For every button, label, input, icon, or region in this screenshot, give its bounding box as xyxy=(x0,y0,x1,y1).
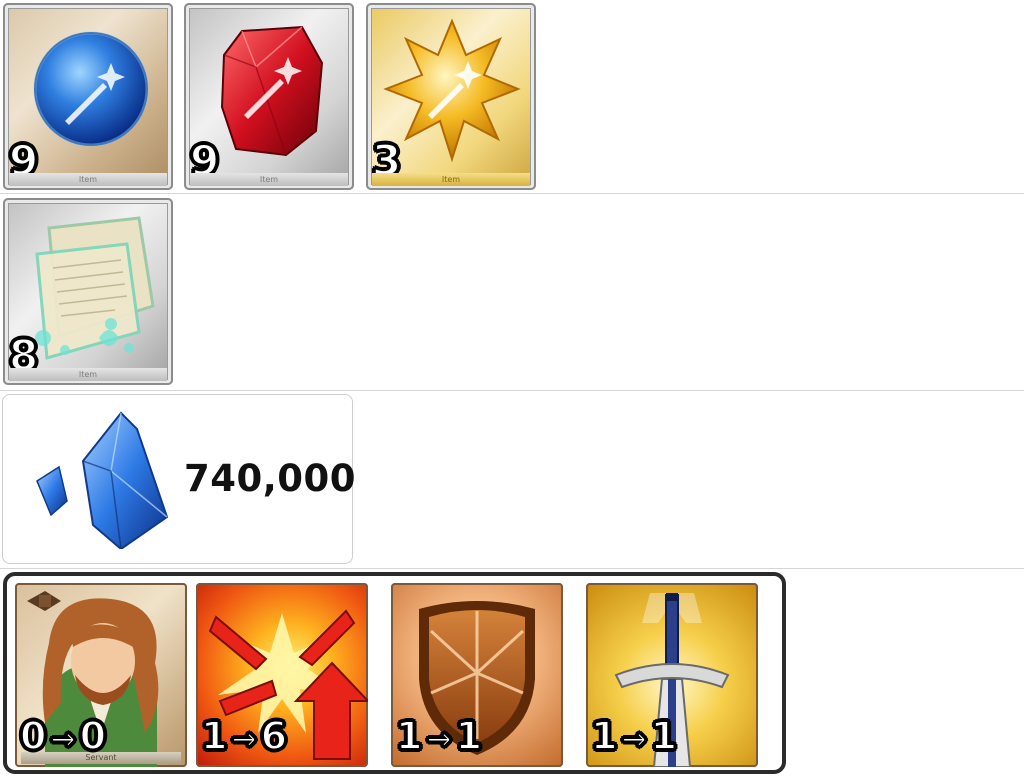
qp-box: 740,000 xyxy=(2,394,357,564)
item-tag: Item xyxy=(9,368,167,381)
arrow-right-icon: → xyxy=(425,722,452,757)
arrow-right-icon: → xyxy=(230,722,257,757)
level-to: 1 xyxy=(455,714,483,758)
level-from: 1 xyxy=(590,714,618,758)
level-to: 0 xyxy=(79,714,107,758)
level-from: 1 xyxy=(395,714,423,758)
material-card-scroll[interactable]: 8 Item xyxy=(3,198,173,385)
material-card-blue-orb[interactable]: 9 Item xyxy=(3,3,173,190)
skill-card-sword[interactable]: 1 → 1 xyxy=(586,583,758,767)
level-from: 0 xyxy=(19,714,47,758)
material-card-gold-crystal[interactable]: 3 Item xyxy=(366,3,536,190)
level-from: 1 xyxy=(200,714,228,758)
upgrade-summary-frame: Servant 0 → 0 1 → 6 1 → 1 1 → 1 xyxy=(3,572,786,774)
level-change: 0 → 0 xyxy=(19,714,107,758)
row-divider xyxy=(0,568,1024,569)
level-change: 1 → 6 xyxy=(200,714,288,758)
row-divider xyxy=(0,193,1024,194)
item-tag: Item xyxy=(372,173,530,186)
row-divider xyxy=(0,390,1024,391)
arrow-right-icon: → xyxy=(49,722,76,757)
level-to: 6 xyxy=(260,714,288,758)
servant-card[interactable]: Servant 0 → 0 xyxy=(15,583,187,767)
material-card-red-gem[interactable]: 9 Item xyxy=(184,3,354,190)
level-to: 1 xyxy=(650,714,678,758)
blue-crystal-icon xyxy=(36,411,169,549)
skill-card-shield[interactable]: 1 → 1 xyxy=(391,583,563,767)
level-change: 1 → 1 xyxy=(590,714,678,758)
skill-card-burst[interactable]: 1 → 6 xyxy=(196,583,368,767)
item-tag: Item xyxy=(9,173,167,186)
qp-amount: 740,000 xyxy=(184,457,357,500)
item-tag: Item xyxy=(190,173,348,186)
level-change: 1 → 1 xyxy=(395,714,483,758)
arrow-right-icon: → xyxy=(620,722,647,757)
